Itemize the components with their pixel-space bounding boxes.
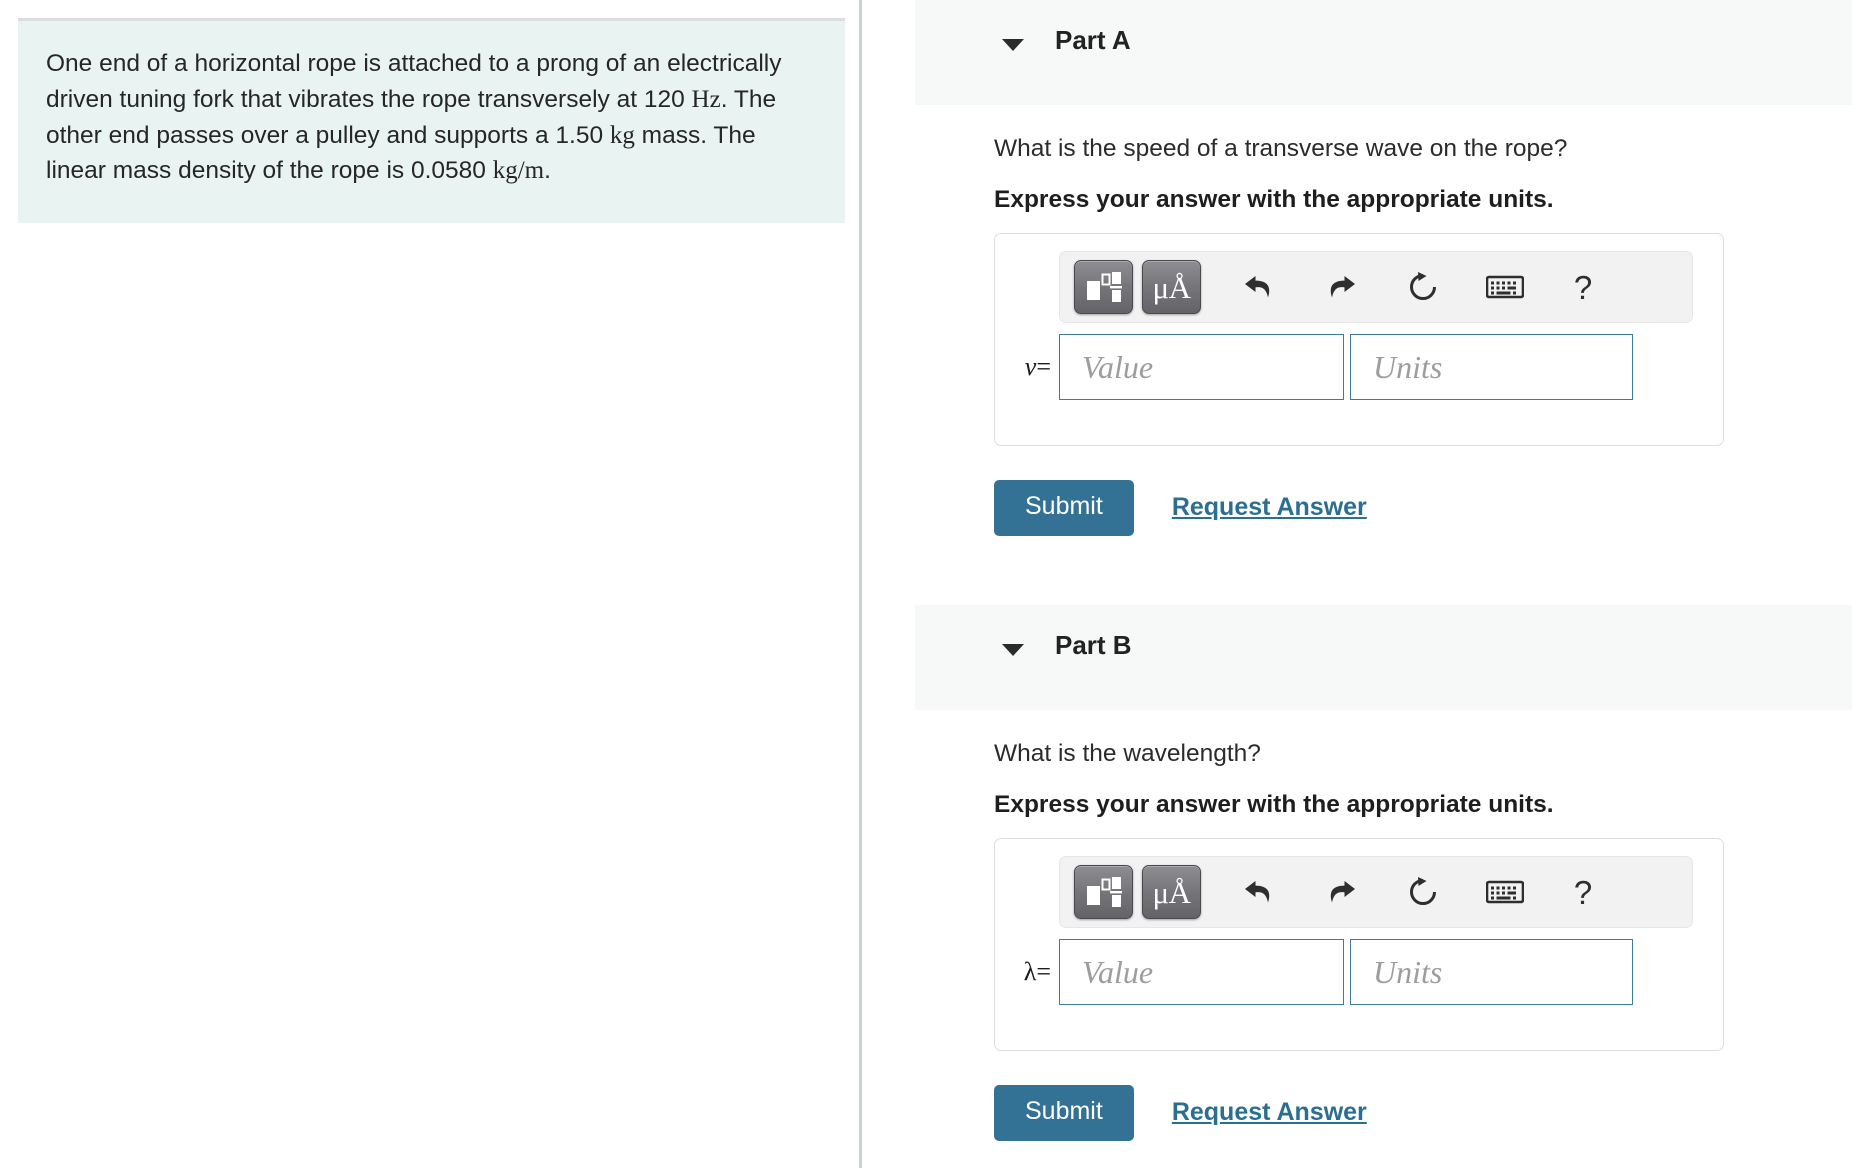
part-a-question: What is the speed of a transverse wave o… bbox=[994, 135, 1568, 162]
part-a-answer-row: v= Value Units bbox=[995, 334, 1725, 400]
undo-icon[interactable] bbox=[1227, 865, 1291, 919]
part-a-answer-box: μÅ ? v= Value Units bbox=[994, 233, 1724, 446]
part-b-header[interactable]: Part B bbox=[915, 605, 1852, 710]
units-mu-angstrom-label: μÅ bbox=[1152, 874, 1191, 910]
part-b-value-input[interactable]: Value bbox=[1059, 939, 1344, 1005]
part-a-title: Part A bbox=[1055, 25, 1131, 55]
part-a-equals-sign: = bbox=[1036, 352, 1051, 381]
part-b-math-toolbar: μÅ ? bbox=[1059, 856, 1693, 928]
help-label: ? bbox=[1573, 268, 1593, 306]
undo-icon[interactable] bbox=[1227, 260, 1291, 314]
part-a-math-toolbar: μÅ ? bbox=[1059, 251, 1693, 323]
part-b-instruction: Express your answer with the appropriate… bbox=[994, 791, 1554, 818]
part-a-submit-row: Submit Request Answer bbox=[994, 480, 1367, 536]
chevron-down-icon[interactable] bbox=[1002, 39, 1024, 51]
part-a-header[interactable]: Part A bbox=[915, 0, 1852, 105]
part-b-title: Part B bbox=[1055, 630, 1132, 660]
keyboard-icon[interactable] bbox=[1473, 865, 1537, 919]
help-icon[interactable]: ? bbox=[1551, 865, 1615, 919]
part-a-variable-label: v= bbox=[995, 352, 1059, 382]
part-a-variable-symbol: v bbox=[1024, 352, 1037, 381]
units-mu-angstrom-icon[interactable]: μÅ bbox=[1142, 260, 1201, 314]
keyboard-icon[interactable] bbox=[1473, 260, 1537, 314]
redo-icon[interactable] bbox=[1309, 865, 1373, 919]
part-b-variable-label: λ= bbox=[995, 957, 1059, 987]
part-b-equals-sign: = bbox=[1036, 957, 1051, 986]
part-b-request-answer-link[interactable]: Request Answer bbox=[1172, 1098, 1367, 1127]
math-template-icon[interactable] bbox=[1074, 865, 1133, 919]
part-b-answer-row: λ= Value Units bbox=[995, 939, 1725, 1005]
problem-statement-column: One end of a horizontal rope is attached… bbox=[0, 0, 861, 1168]
part-b-submit-button[interactable]: Submit bbox=[994, 1085, 1134, 1141]
mastering-physics-problem-page: One end of a horizontal rope is attached… bbox=[0, 0, 1852, 1168]
units-mu-angstrom-label: μÅ bbox=[1152, 269, 1191, 305]
part-b-value-placeholder: Value bbox=[1082, 953, 1154, 990]
part-a-request-answer-link[interactable]: Request Answer bbox=[1172, 493, 1367, 522]
part-b-units-placeholder: Units bbox=[1373, 953, 1443, 990]
reset-icon[interactable] bbox=[1391, 260, 1455, 314]
part-a-units-input[interactable]: Units bbox=[1350, 334, 1633, 400]
part-b-variable-symbol: λ bbox=[1023, 957, 1037, 986]
part-b-question: What is the wavelength? bbox=[994, 740, 1261, 767]
units-mu-angstrom-icon[interactable]: μÅ bbox=[1142, 865, 1201, 919]
part-a-instruction: Express your answer with the appropriate… bbox=[994, 186, 1554, 213]
part-b-units-input[interactable]: Units bbox=[1350, 939, 1633, 1005]
chevron-down-icon[interactable] bbox=[1002, 644, 1024, 656]
help-icon[interactable]: ? bbox=[1551, 260, 1615, 314]
problem-statement-text: One end of a horizontal rope is attached… bbox=[46, 50, 782, 185]
math-template-icon[interactable] bbox=[1074, 260, 1133, 314]
part-b-submit-row: Submit Request Answer bbox=[994, 1085, 1367, 1141]
problem-statement-box: One end of a horizontal rope is attached… bbox=[18, 18, 845, 224]
part-a-submit-button[interactable]: Submit bbox=[994, 480, 1134, 536]
reset-icon[interactable] bbox=[1391, 865, 1455, 919]
part-b-answer-box: μÅ ? λ= Value Units bbox=[994, 838, 1724, 1051]
part-a-value-placeholder: Value bbox=[1082, 348, 1154, 385]
redo-icon[interactable] bbox=[1309, 260, 1373, 314]
help-label: ? bbox=[1573, 873, 1593, 911]
part-a-units-placeholder: Units bbox=[1373, 348, 1443, 385]
part-a-value-input[interactable]: Value bbox=[1059, 334, 1344, 400]
parts-column: Part A What is the speed of a transverse… bbox=[862, 0, 1852, 1168]
